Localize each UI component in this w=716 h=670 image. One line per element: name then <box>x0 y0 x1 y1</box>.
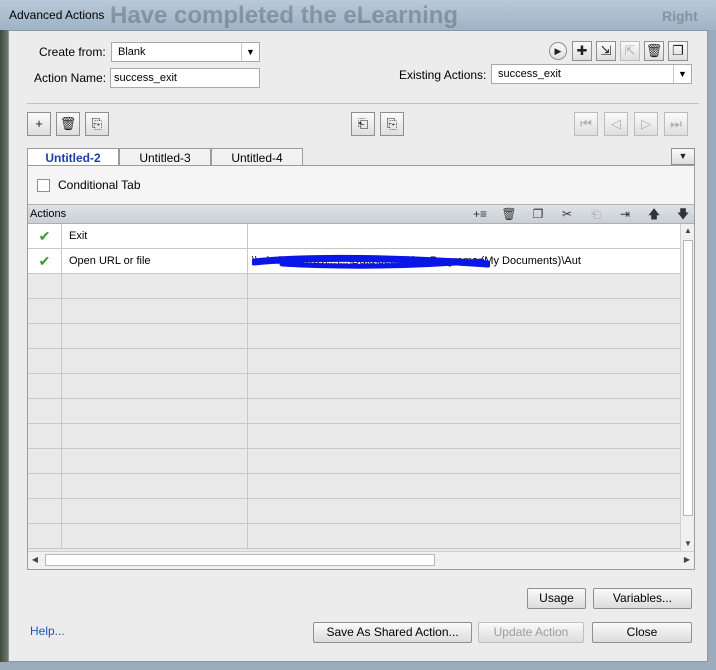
vertical-scroll-thumb[interactable] <box>683 240 693 516</box>
create-from-select[interactable]: Blank ▼ <box>111 42 260 62</box>
previous-tab-icon[interactable]: ◁ <box>604 112 628 136</box>
scroll-down-icon[interactable]: ▼ <box>681 537 695 551</box>
paste-right-icon[interactable]: ⎘ <box>380 112 404 136</box>
status-check-icon: ✔ <box>28 249 62 274</box>
table-row[interactable] <box>28 474 680 499</box>
indent-icon[interactable]: ⇥ <box>616 206 634 222</box>
vertical-scrollbar[interactable]: ▲ ▼ <box>680 224 694 551</box>
copy-action-icon[interactable]: ❐ <box>529 206 547 222</box>
delete-icon[interactable]: 🗑 <box>644 41 664 61</box>
tab-untitled-3[interactable]: Untitled-3 <box>119 148 211 166</box>
export-icon[interactable]: ⇱ <box>620 41 640 61</box>
table-row[interactable] <box>28 499 680 524</box>
existing-actions-value: success_exit <box>498 68 561 80</box>
table-row[interactable] <box>28 349 680 374</box>
delete-decision-icon[interactable]: 🗑 <box>56 112 80 136</box>
action-name-input[interactable]: success_exit <box>110 68 260 88</box>
background-window-text: Have completed the eLearning <box>110 2 459 29</box>
table-row[interactable] <box>28 449 680 474</box>
table-row[interactable] <box>28 374 680 399</box>
existing-actions-label: Existing Actions: <box>399 68 487 82</box>
window-frame-left <box>0 30 8 670</box>
close-button[interactable]: Close <box>592 622 692 643</box>
paste-icon[interactable]: ⎗ <box>587 206 605 222</box>
conditional-tab-checkbox[interactable] <box>37 179 50 192</box>
window-title: Advanced Actions <box>9 8 105 22</box>
dialog-body: Create from: Blank ▼ Action Name: succes… <box>8 30 708 662</box>
tabs-menu-chevron-down-icon[interactable]: ▼ <box>671 148 695 165</box>
divider <box>27 103 699 104</box>
table-row[interactable] <box>28 399 680 424</box>
save-as-shared-action-button[interactable]: Save As Shared Action... <box>313 622 472 643</box>
background-window-text-right: Right <box>662 8 698 24</box>
last-tab-icon[interactable]: ⏭ <box>664 112 688 136</box>
horizontal-scroll-thumb[interactable] <box>45 554 435 566</box>
actions-header: Actions +≡ 🗑 ❐ ✂ ⎗ ⇥ 🡅 🡇 <box>28 204 694 224</box>
horizontal-scrollbar[interactable]: ◀ ▶ <box>28 551 694 569</box>
scroll-right-icon[interactable]: ▶ <box>680 553 694 567</box>
actions-title: Actions <box>30 208 67 220</box>
table-row[interactable] <box>28 524 680 549</box>
decision-panel: Conditional Tab Actions +≡ 🗑 ❐ ✂ ⎗ ⇥ 🡅 🡇… <box>27 165 695 570</box>
window-frame-bottom <box>0 662 716 670</box>
duplicate-icon[interactable]: ❐ <box>668 41 688 61</box>
table-row[interactable] <box>28 424 680 449</box>
insert-action-icon[interactable]: +≡ <box>471 206 489 222</box>
create-from-value: Blank <box>118 46 146 58</box>
move-up-icon[interactable]: 🡅 <box>645 206 663 222</box>
status-check-icon: ✔ <box>28 224 62 249</box>
conditional-tab-label: Conditional Tab <box>58 178 141 192</box>
preview-play-icon[interactable]: ▶ <box>549 42 567 60</box>
update-action-button[interactable]: Update Action <box>478 622 584 643</box>
next-tab-icon[interactable]: ▷ <box>634 112 658 136</box>
add-decision-icon[interactable]: + <box>27 112 51 136</box>
action-cell[interactable]: Open URL or file <box>62 249 248 274</box>
import-icon[interactable]: ⇲ <box>596 41 616 61</box>
chevron-down-icon: ▼ <box>673 65 691 83</box>
first-tab-icon[interactable]: ⏮ <box>574 112 598 136</box>
add-action-icon[interactable]: ✚ <box>572 41 592 61</box>
chevron-down-icon: ▼ <box>241 43 259 61</box>
table-row[interactable] <box>28 324 680 349</box>
redaction-scribble <box>252 254 490 269</box>
target-cell[interactable]: \\...\...\WORKS\...\...\Data\eLearning P… <box>248 249 680 274</box>
table-row[interactable] <box>28 274 680 299</box>
help-link[interactable]: Help... <box>30 624 65 638</box>
scroll-up-icon[interactable]: ▲ <box>681 224 695 238</box>
action-cell[interactable]: Exit <box>62 224 248 249</box>
action-name-label: Action Name: <box>34 71 107 85</box>
table-row[interactable]: ✔ Open URL or file \\...\...\WORKS\...\.… <box>28 249 680 274</box>
existing-actions-select[interactable]: success_exit ▼ <box>491 64 692 84</box>
actions-grid: ✔ Exit ✔ Open URL or file \\...\...\WORK… <box>28 224 680 551</box>
variables-button[interactable]: Variables... <box>593 588 692 609</box>
target-cell[interactable] <box>248 224 680 249</box>
usage-button[interactable]: Usage <box>527 588 586 609</box>
scroll-left-icon[interactable]: ◀ <box>28 553 42 567</box>
cut-icon[interactable]: ✂ <box>558 206 576 222</box>
paste-left-icon[interactable]: ⎗ <box>351 112 375 136</box>
table-row[interactable]: ✔ Exit <box>28 224 680 249</box>
title-bar: Have completed the eLearning Right Advan… <box>0 0 716 30</box>
move-down-icon[interactable]: 🡇 <box>674 206 692 222</box>
table-row[interactable] <box>28 299 680 324</box>
create-from-label: Create from: <box>39 45 106 59</box>
copy-decision-icon[interactable]: ⎘ <box>85 112 109 136</box>
delete-action-icon[interactable]: 🗑 <box>500 206 518 222</box>
window-frame-right <box>708 30 716 670</box>
tab-untitled-4[interactable]: Untitled-4 <box>211 148 303 166</box>
tab-untitled-2[interactable]: Untitled-2 <box>27 148 119 166</box>
